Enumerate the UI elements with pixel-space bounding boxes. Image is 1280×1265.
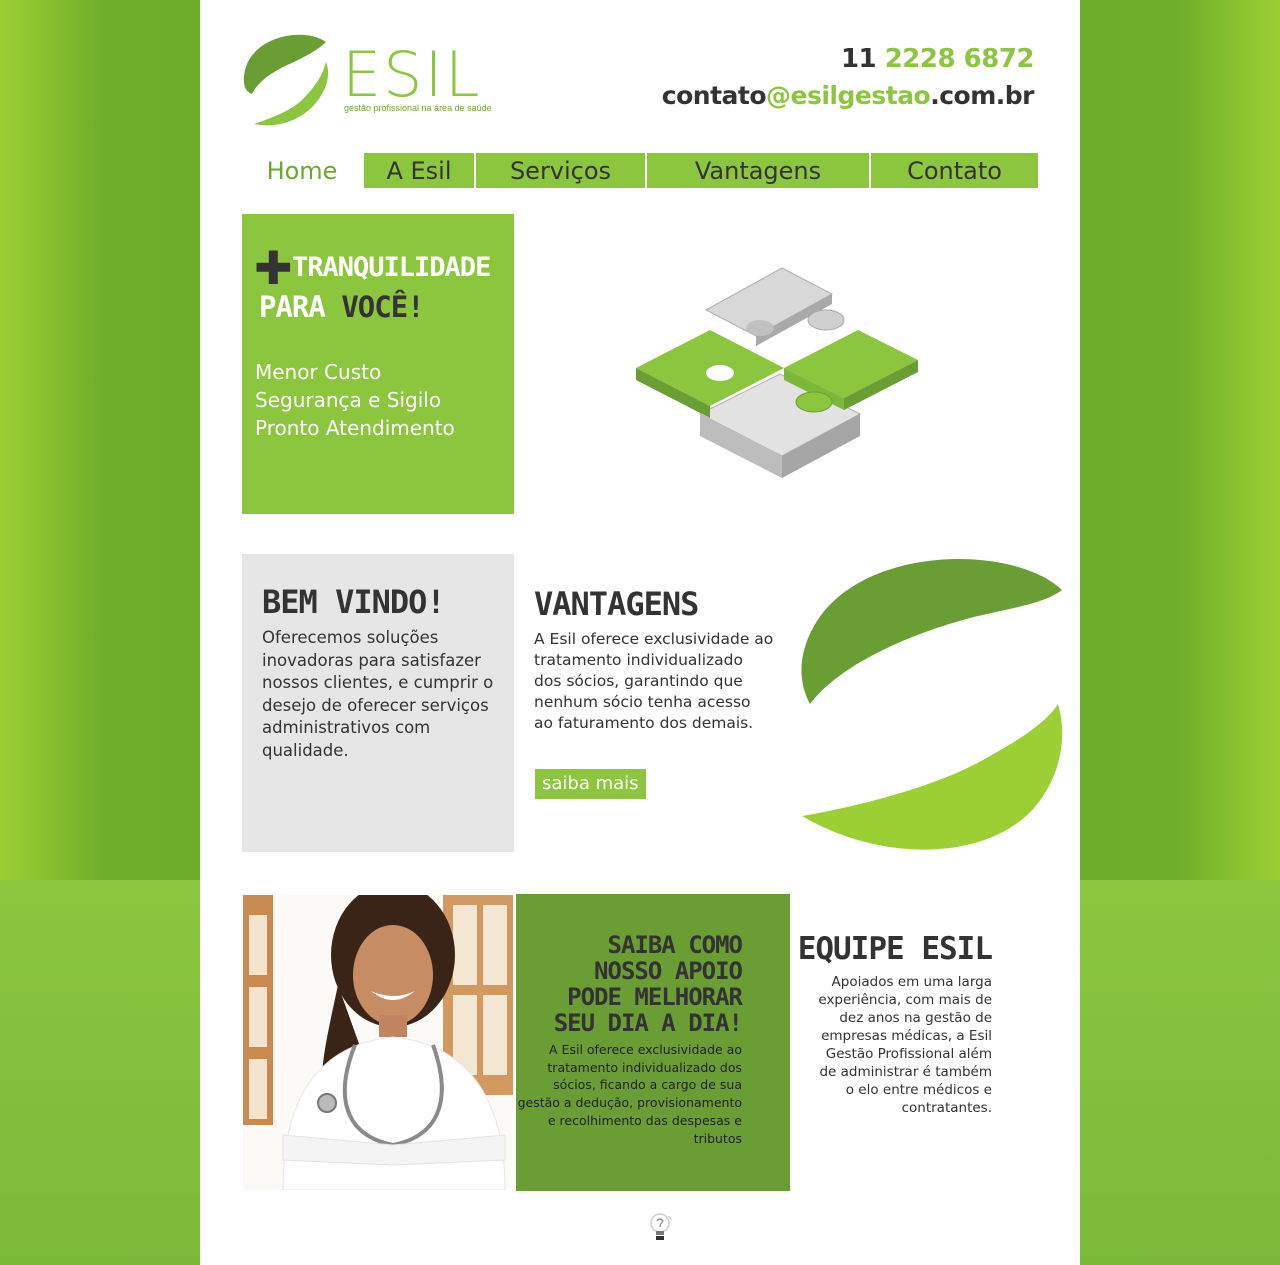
equipe-text: Apoiados em uma larga experiência, com m… bbox=[818, 974, 992, 1116]
logo-wordmark[interactable]: ESIL bbox=[342, 44, 481, 106]
apoio-text: A Esil oferece exclusividade ao tratamen… bbox=[517, 1042, 742, 1146]
hero-title-line1: TRANQUILIDADE bbox=[292, 252, 491, 283]
hero-title-para: PARA bbox=[259, 290, 342, 324]
apoio-title-line: NOSSO APOIO bbox=[594, 957, 743, 985]
apoio-title-line: SEU DIA A DIA! bbox=[553, 1009, 743, 1037]
benefit-item: Menor Custo bbox=[255, 360, 382, 384]
apoio-title-line: SAIBA COMO bbox=[607, 931, 744, 959]
lightbulb-icon[interactable] bbox=[648, 1212, 674, 1244]
equipe-title: EQUIPE ESIL bbox=[797, 931, 993, 967]
email-domain: @esilgestao bbox=[766, 81, 931, 110]
logo-tagline: gestão profissional na área de saúde bbox=[344, 103, 492, 113]
nav-servicos[interactable]: Serviços bbox=[476, 153, 647, 188]
apoio-title: SAIBA COMO NOSSO APOIO PODE MELHORAR SEU… bbox=[482, 931, 744, 1037]
welcome-title: BEM VINDO! bbox=[262, 583, 446, 621]
saiba-mais-button[interactable]: saiba mais bbox=[535, 769, 646, 799]
hero-benefits-list: Menor Custo Segurança e Sigilo Pronto At… bbox=[255, 358, 455, 442]
hero-title-voce: VOCÊ! bbox=[341, 290, 424, 324]
doctor-photo bbox=[243, 895, 513, 1190]
benefit-item: Pronto Atendimento bbox=[255, 416, 455, 440]
nav-contato[interactable]: Contato bbox=[871, 153, 1038, 188]
phone-digits: 2228 6872 bbox=[884, 44, 1035, 74]
welcome-text: Oferecemos soluções inovadoras para sati… bbox=[262, 628, 494, 760]
brand-mark-icon bbox=[801, 559, 1063, 850]
phone-ddd: 11 bbox=[840, 44, 877, 74]
nav-vantagens[interactable]: Vantagens bbox=[647, 153, 871, 188]
apoio-title-line: PODE MELHORAR bbox=[567, 983, 743, 1011]
vantagens-title: VANTAGENS bbox=[534, 585, 699, 623]
vantagens-text: A Esil oferece exclusividade ao tratamen… bbox=[534, 630, 774, 732]
hero-title-line2: PARA VOCÊ! bbox=[259, 290, 425, 324]
logo-icon[interactable] bbox=[242, 32, 328, 130]
puzzle-image bbox=[570, 238, 988, 506]
email-user: contato bbox=[661, 81, 767, 110]
email-link[interactable]: contato@esilgestao.com.br bbox=[661, 81, 1035, 110]
main-nav: Home A Esil Serviços Vantagens Contato bbox=[242, 153, 1038, 188]
phone-number: 11 2228 6872 bbox=[840, 44, 1035, 74]
benefit-item: Segurança e Sigilo bbox=[255, 388, 442, 412]
plus-icon: ✚ bbox=[254, 241, 293, 295]
nav-a-esil[interactable]: A Esil bbox=[364, 153, 476, 188]
email-tld: .com.br bbox=[930, 81, 1034, 110]
nav-home[interactable]: Home bbox=[242, 153, 364, 188]
